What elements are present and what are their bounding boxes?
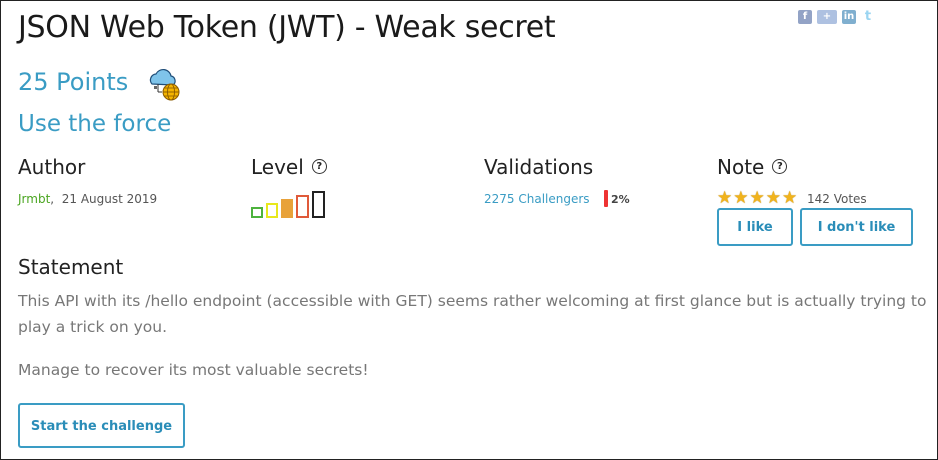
linkedin-icon[interactable]: in <box>842 10 856 24</box>
statement-paragraph-2: Manage to recover its most valuable secr… <box>18 361 369 379</box>
level-box-4 <box>296 195 309 218</box>
start-challenge-button[interactable]: Start the challenge <box>18 403 185 448</box>
author-info: Jrmbt, 21 August 2019 <box>18 192 157 206</box>
level-box-5 <box>312 191 325 218</box>
like-button[interactable]: I like <box>717 208 793 246</box>
level-help-icon[interactable]: ? <box>311 159 327 174</box>
challenge-subtitle: Use the force <box>18 111 172 137</box>
star-icon: ★ <box>749 188 765 208</box>
note-heading: Note? <box>717 155 788 179</box>
level-box-3 <box>281 199 293 218</box>
challenge-points: 25 Points <box>18 68 129 96</box>
level-heading: Level? <box>251 155 327 179</box>
rating-stars: ★ ★ ★ ★ ★ <box>717 190 797 207</box>
star-icon: ★ <box>733 188 749 208</box>
google-plus-icon[interactable]: + <box>817 10 837 24</box>
validation-percent: 2% <box>611 193 630 206</box>
star-icon: ★ <box>717 188 733 208</box>
star-icon: ★ <box>765 188 781 208</box>
difficulty-level-indicator <box>251 190 331 218</box>
note-help-icon[interactable]: ? <box>772 159 788 174</box>
level-box-1 <box>251 207 263 218</box>
star-icon: ★ <box>782 188 798 208</box>
social-share-bar: f + in t <box>798 10 875 24</box>
author-date: 21 August 2019 <box>61 192 158 206</box>
page-frame <box>0 0 938 460</box>
validations-heading: Validations <box>484 155 594 179</box>
statement-paragraph-1: This API with its /hello endpoint (acces… <box>18 292 927 336</box>
author-heading: Author <box>18 155 86 179</box>
level-heading-label: Level <box>251 155 304 179</box>
facebook-icon[interactable]: f <box>798 10 812 24</box>
author-separator: , <box>50 192 55 206</box>
level-box-2 <box>266 203 278 218</box>
web-server-icon <box>148 68 182 106</box>
twitter-icon[interactable]: t <box>861 10 875 24</box>
page-title: JSON Web Token (JWT) - Weak secret <box>18 10 556 45</box>
vote-count: 142 Votes <box>807 192 867 206</box>
statement-heading: Statement <box>18 255 124 279</box>
author-link[interactable]: Jrmbt <box>18 192 50 206</box>
validation-rate-bar <box>604 190 608 207</box>
note-heading-label: Note <box>717 155 765 179</box>
challengers-link[interactable]: 2275 Challengers <box>484 192 590 206</box>
dislike-button[interactable]: I don't like <box>800 208 913 246</box>
